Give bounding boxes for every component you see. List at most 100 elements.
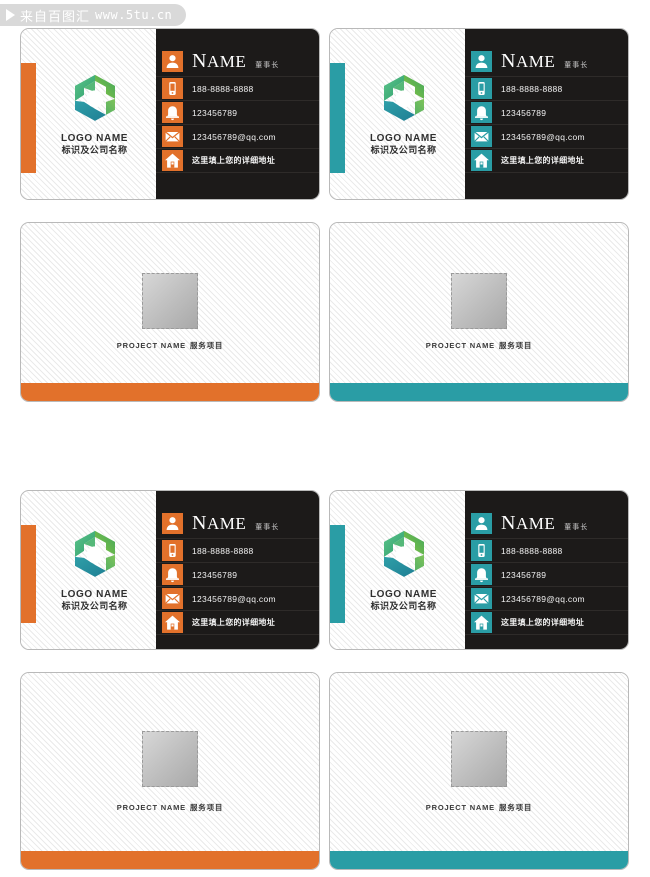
contact-row: 123456789: [156, 563, 319, 587]
contact-value: 123456789@qq.com: [192, 593, 276, 604]
contact-row: 188-8888-8888: [156, 77, 319, 101]
contact-value: 这里填上您的详细地址: [192, 618, 275, 627]
logo-name-cn-label: 标识及公司名称: [61, 601, 128, 612]
business-card-set-orange: LOGO NAME 标识及公司名称 NAME 董事长 188-8888-8888 1234…: [20, 490, 320, 870]
name-rest: AME: [515, 514, 556, 533]
contact-row-name: NAME 董事长: [156, 508, 319, 539]
accent-bar: [330, 63, 345, 173]
telephone-bell-icon: [162, 102, 183, 123]
contact-row: 这里填上您的详细地址: [465, 149, 628, 173]
mobile-phone-icon: [162, 78, 183, 99]
image-placeholder-icon: [142, 273, 198, 330]
contact-value: 123456789: [501, 569, 547, 580]
contact-value: 123456789@qq.com: [501, 593, 585, 604]
contact-row: 123456789@qq.com: [156, 587, 319, 611]
logo-block: LOGO NAME 标识及公司名称: [348, 527, 459, 613]
project-name-label: PROJECT NAME 服务项目: [21, 340, 319, 351]
job-title-label: 董事长: [255, 523, 280, 531]
contact-value: 188-8888-8888: [501, 83, 563, 94]
envelope-icon: [162, 126, 183, 147]
card-front: LOGO NAME 标识及公司名称 NAME 董事长 188-8888-8888 1234…: [329, 490, 629, 650]
back-footer-bar: [21, 851, 319, 869]
contact-row: 188-8888-8888: [465, 77, 628, 101]
watermark-source-label: 来自百图汇: [20, 9, 91, 25]
mobile-phone-icon: [471, 540, 492, 561]
business-card-set-orange: LOGO NAME 标识及公司名称 NAME 董事长 188-8888-8888 1234…: [20, 28, 320, 402]
logo-block: LOGO NAME 标识及公司名称: [39, 71, 150, 157]
logo-name-label: LOGO NAME: [60, 132, 129, 144]
name-initial: N: [501, 50, 516, 72]
contact-row: 123456789: [156, 101, 319, 125]
home-icon: [162, 612, 183, 633]
card-front-dark-panel: NAME 董事长 188-8888-8888 123456789 123456789@q…: [156, 491, 319, 649]
accent-bar: [21, 63, 36, 173]
back-footer-bar: [330, 851, 628, 869]
accent-bar: [21, 525, 36, 623]
hexagon-swirl-logo-icon: [68, 527, 122, 581]
project-name-label: PROJECT NAME 服务项目: [330, 340, 628, 351]
card-back: PROJECT NAME 服务项目: [20, 222, 320, 402]
project-name-text: PROJECT NAME: [116, 341, 186, 351]
card-front: LOGO NAME 标识及公司名称 NAME 董事长 188-8888-8888 1234…: [329, 28, 629, 200]
contact-value: 这里填上您的详细地址: [192, 156, 275, 165]
telephone-bell-icon: [471, 564, 492, 585]
telephone-bell-icon: [471, 102, 492, 123]
contact-row: 这里填上您的详细地址: [465, 611, 628, 635]
project-name-cn-text: 服务项目: [190, 341, 224, 351]
contact-row: 123456789: [465, 563, 628, 587]
card-front-dark-panel: NAME 董事长 188-8888-8888 123456789 123456789@q…: [465, 491, 628, 649]
card-front: LOGO NAME 标识及公司名称 NAME 董事长 188-8888-8888 1234…: [20, 490, 320, 650]
card-back: PROJECT NAME 服务项目: [20, 672, 320, 870]
card-front-dark-panel: NAME 董事长 188-8888-8888 123456789 123456789@q…: [156, 29, 319, 199]
hexagon-swirl-logo-icon: [377, 71, 431, 125]
logo-name-cn-label: 标识及公司名称: [61, 145, 128, 156]
home-icon: [471, 150, 492, 171]
card-back: PROJECT NAME 服务项目: [329, 222, 629, 402]
contact-value: 这里填上您的详细地址: [501, 618, 584, 627]
contact-row: 188-8888-8888: [156, 539, 319, 563]
accent-bar: [330, 525, 345, 623]
project-name-text: PROJECT NAME: [425, 803, 495, 813]
envelope-icon: [471, 126, 492, 147]
watermark-badge: 来自百图汇 www.5tu.cn: [0, 4, 187, 26]
logo-name-label: LOGO NAME: [369, 588, 438, 600]
image-placeholder-icon: [451, 273, 507, 330]
home-icon: [471, 612, 492, 633]
person-icon: [471, 512, 492, 534]
card-back: PROJECT NAME 服务项目: [329, 672, 629, 870]
image-placeholder-icon: [451, 731, 507, 788]
name-initial: N: [501, 512, 516, 534]
contact-name-text: NAME 董事长: [501, 513, 588, 533]
contact-value: 123456789: [501, 107, 547, 118]
envelope-icon: [162, 588, 183, 609]
project-name-cn-text: 服务项目: [499, 341, 533, 351]
contact-row: 这里填上您的详细地址: [156, 149, 319, 173]
name-initial: N: [192, 50, 207, 72]
mobile-phone-icon: [471, 78, 492, 99]
contact-rows: NAME 董事长 188-8888-8888 123456789 123456789@q…: [465, 46, 628, 173]
mobile-phone-icon: [162, 540, 183, 561]
business-card-set-teal: LOGO NAME 标识及公司名称 NAME 董事长 188-8888-8888 1234…: [329, 28, 629, 402]
contact-row: 这里填上您的详细地址: [156, 611, 319, 635]
contact-row: 188-8888-8888: [465, 539, 628, 563]
contact-row: 123456789@qq.com: [465, 587, 628, 611]
contact-value: 这里填上您的详细地址: [501, 156, 584, 165]
contact-value: 123456789: [192, 569, 238, 580]
hexagon-swirl-logo-icon: [377, 527, 431, 581]
name-rest: AME: [206, 52, 247, 71]
contact-row: 123456789: [465, 101, 628, 125]
person-icon: [471, 50, 492, 72]
contact-rows: NAME 董事长 188-8888-8888 123456789 123456789@q…: [156, 508, 319, 635]
card-front-left-panel: LOGO NAME 标识及公司名称: [330, 491, 465, 649]
card-front-left-panel: LOGO NAME 标识及公司名称: [21, 29, 156, 199]
contact-name-text: NAME 董事长: [501, 51, 588, 71]
image-placeholder-icon: [142, 731, 198, 788]
contact-row-name: NAME 董事长: [156, 46, 319, 77]
contact-row: 123456789@qq.com: [156, 125, 319, 149]
contact-value: 123456789: [192, 107, 238, 118]
business-card-set-teal: LOGO NAME 标识及公司名称 NAME 董事长 188-8888-8888 1234…: [329, 490, 629, 870]
watermark-url-label: www.5tu.cn: [95, 8, 173, 22]
job-title-label: 董事长: [255, 61, 280, 69]
name-rest: AME: [206, 514, 247, 533]
contact-name-text: NAME 董事长: [192, 51, 279, 71]
